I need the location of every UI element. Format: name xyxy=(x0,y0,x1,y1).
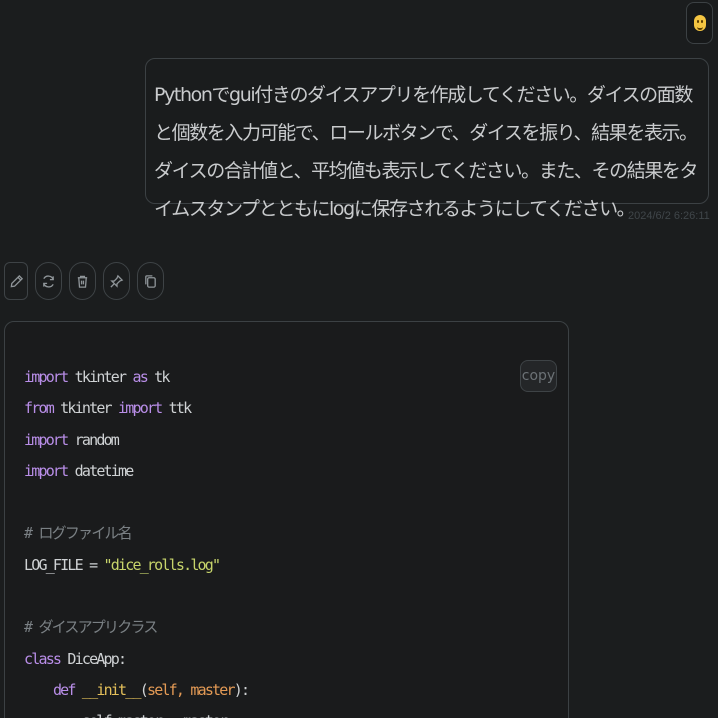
user-message-bubble: Pythonでgui付きのダイスアプリを作成してください。ダイスの面数と個数を入… xyxy=(145,58,709,220)
copy-icon xyxy=(145,274,156,288)
copy-code-button[interactable]: copy xyxy=(520,360,557,392)
smiley-icon xyxy=(693,15,706,31)
code-token: ): xyxy=(233,680,250,699)
copy-message-button[interactable] xyxy=(137,262,164,300)
code-token: ttk xyxy=(161,399,193,418)
code-token: # ログファイル名 xyxy=(24,524,133,543)
code-token: def xyxy=(52,680,76,699)
code-token: self.master = master xyxy=(24,712,228,718)
code-token: import xyxy=(24,430,69,449)
edit-button[interactable] xyxy=(4,262,28,300)
code-token: random xyxy=(67,430,120,449)
code-line: class DiceApp: xyxy=(24,644,248,675)
code-token: tkinter xyxy=(67,368,133,386)
code-token: DiceApp: xyxy=(60,649,127,668)
pin-button[interactable] xyxy=(103,262,130,300)
code-token: ( xyxy=(139,680,149,699)
code-token: "dice_rolls.log" xyxy=(103,555,221,574)
code-line: import tkinter as tk xyxy=(24,362,248,393)
code-token: __init__ xyxy=(81,680,142,699)
code-line: # ログファイル名 xyxy=(24,518,248,549)
delete-button[interactable] xyxy=(69,262,96,300)
code-token: datetime xyxy=(67,461,135,480)
trash-icon xyxy=(77,275,88,288)
pencil-icon xyxy=(10,274,23,287)
code-token: tkinter xyxy=(52,399,119,418)
code-line: def __init__(self, master): xyxy=(24,675,250,706)
code-token: tk xyxy=(146,368,170,386)
code-line: import random xyxy=(24,425,248,456)
message-timestamp: 2024/6/2 6:26:11 xyxy=(628,210,710,222)
code-line: self.master = master xyxy=(24,706,248,718)
code-block: copy import tkinter as tk from tkinter im… xyxy=(4,321,569,718)
user-message-text: Pythonでgui付きのダイスアプリを作成してください。ダイスの面数と個数を入… xyxy=(154,84,699,220)
code-line: from tkinter import ttk xyxy=(24,393,248,424)
code-token: import xyxy=(118,399,163,418)
code-token: import xyxy=(24,368,69,386)
code-line: LOG_FILE = "dice_rolls.log" xyxy=(24,550,248,581)
code-token: self, master xyxy=(146,680,236,699)
user-avatar[interactable] xyxy=(686,2,713,44)
code-token: as xyxy=(132,368,148,386)
regenerate-button[interactable] xyxy=(35,262,62,300)
code-line: import datetime xyxy=(24,456,248,487)
code-token: class xyxy=(24,649,62,668)
chat-page: Pythonでgui付きのダイスアプリを作成してください。ダイスの面数と個数を入… xyxy=(0,0,718,718)
code-token: import xyxy=(24,461,69,480)
code-token: # ダイスアプリクラス xyxy=(24,618,158,637)
message-actions xyxy=(4,262,164,300)
code-line: # ダイスアプリクラス xyxy=(24,612,248,643)
code-token: from xyxy=(24,399,55,418)
code-token: LOG_FILE = xyxy=(24,555,104,574)
code-content: import tkinter as tk from tkinter import … xyxy=(24,362,250,718)
refresh-icon xyxy=(43,274,54,288)
pin-icon xyxy=(110,274,124,288)
